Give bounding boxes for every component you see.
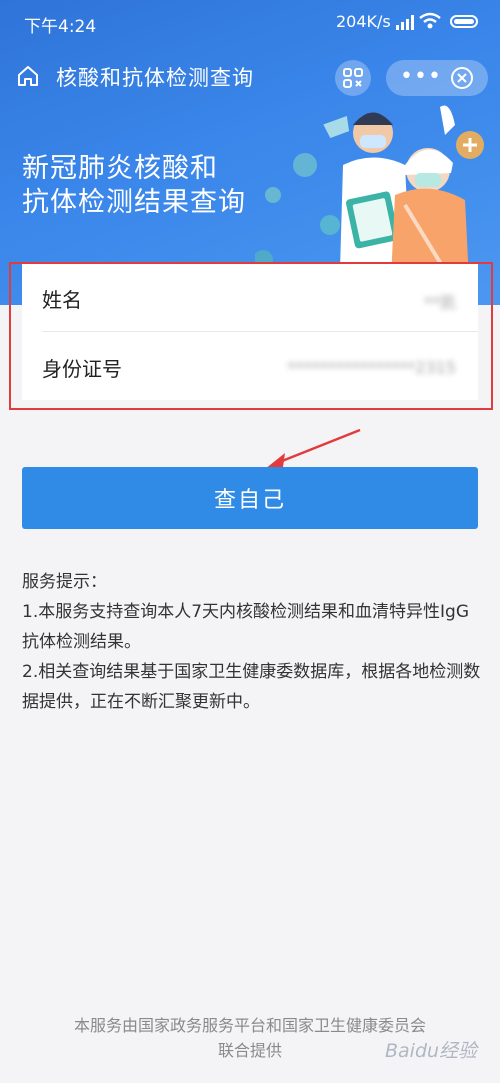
highlight-box	[9, 262, 493, 410]
service-notes: 服务提示： 1.本服务支持查询本人7天内核酸检测结果和血清特异性IgG抗体检测结…	[22, 567, 482, 717]
hero-title-line2: 抗体检测结果查询	[22, 187, 246, 218]
notes-heading: 服务提示：	[22, 572, 107, 592]
notes-item-1: 1.本服务支持查询本人7天内核酸检测结果和血清特异性IgG抗体检测结果。	[22, 602, 470, 652]
page-title: 核酸和抗体检测查询	[56, 66, 254, 90]
hero-banner: 下午4:24 204K/s 核酸和抗体检测查询 ••• 新冠肺炎核酸和 抗体检测…	[0, 0, 500, 305]
hero-title-line1: 新冠肺炎核酸和	[22, 153, 218, 184]
hero-title: 新冠肺炎核酸和 抗体检测结果查询	[22, 152, 246, 220]
status-bar: 下午4:24 204K/s	[0, 0, 500, 44]
scan-button[interactable]	[335, 60, 371, 96]
mini-program-capsule: •••	[386, 60, 488, 96]
close-icon[interactable]	[450, 66, 474, 90]
battery-icon	[450, 15, 478, 28]
more-menu-button[interactable]: •••	[400, 64, 442, 89]
baidu-watermark: Baidu经验	[385, 1040, 478, 1062]
scan-icon	[343, 68, 363, 88]
home-icon[interactable]	[16, 64, 40, 88]
status-time: 下午4:24	[24, 17, 97, 37]
wifi-icon	[419, 12, 441, 29]
nav-bar: 核酸和抗体检测查询 •••	[0, 52, 500, 98]
network-speed: 204K/s	[336, 12, 391, 31]
query-self-button[interactable]: 查自己	[22, 467, 478, 529]
signal-icon	[396, 15, 414, 30]
footer-line1: 本服务由国家政务服务平台和国家卫生健康委员会	[73, 1016, 426, 1035]
notes-item-2: 2.相关查询结果基于国家卫生健康委数据库，根据各地检测数据提供，正在不断汇聚更新…	[22, 662, 481, 712]
